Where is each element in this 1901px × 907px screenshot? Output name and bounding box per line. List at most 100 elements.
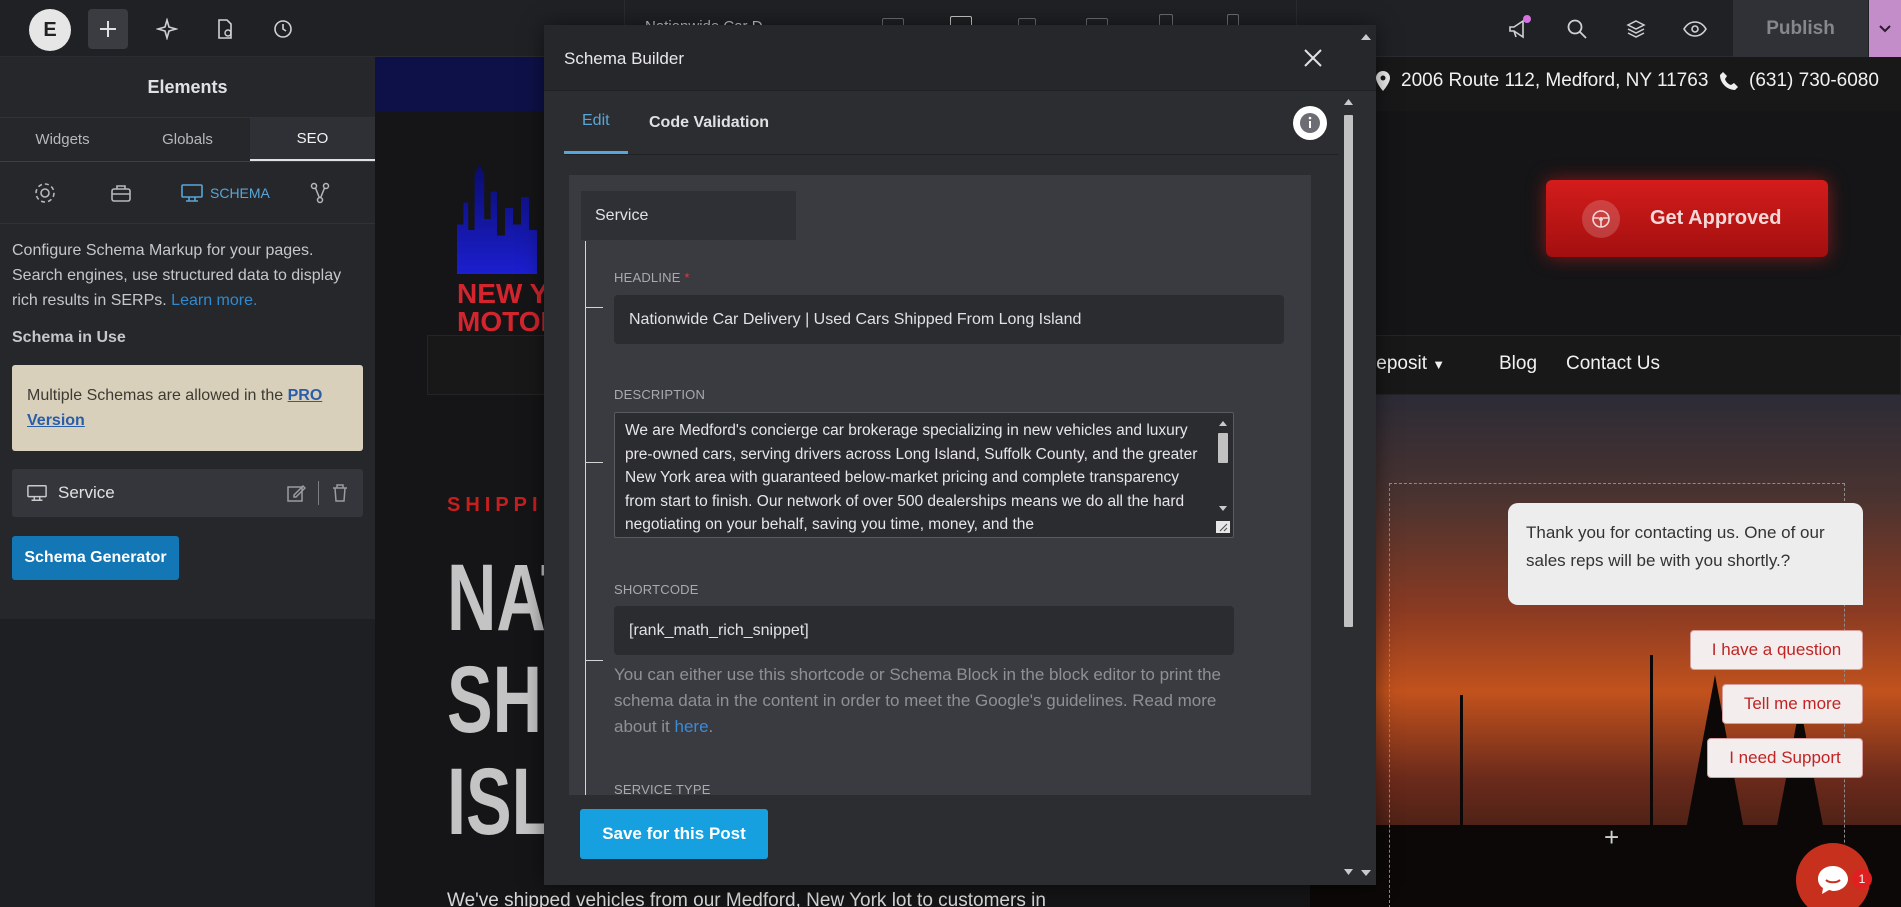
chat-option-support[interactable]: I need Support bbox=[1707, 738, 1863, 778]
edit-icon[interactable] bbox=[286, 483, 306, 503]
info-button[interactable] bbox=[1293, 106, 1327, 140]
notification-dot bbox=[1523, 15, 1531, 23]
description-textarea[interactable]: We are Medford's concierge car brokerage… bbox=[614, 412, 1234, 538]
add-element-button[interactable] bbox=[88, 9, 128, 49]
tab-code-validation[interactable]: Code Validation bbox=[649, 91, 769, 154]
modal-tabs: Edit Code Validation bbox=[564, 91, 1339, 155]
schema-icon bbox=[181, 184, 203, 202]
seo-social-tab[interactable] bbox=[308, 180, 332, 206]
scrollbar-thumb[interactable] bbox=[1344, 115, 1353, 627]
chat-message: Thank you for contacting us. One of our … bbox=[1508, 503, 1863, 605]
tab-widgets[interactable]: Widgets bbox=[0, 118, 125, 161]
share-icon bbox=[310, 182, 330, 204]
trash-icon[interactable] bbox=[331, 483, 349, 503]
publish-button[interactable]: Publish bbox=[1733, 0, 1868, 57]
save-for-post-button[interactable]: Save for this Post bbox=[580, 809, 768, 859]
schema-builder-modal: Schema Builder Edit Code Validation Serv… bbox=[544, 25, 1376, 885]
get-approved-button[interactable]: Get Approved bbox=[1546, 180, 1828, 257]
textarea-scrollbar[interactable] bbox=[1215, 415, 1231, 535]
nav-item-blog[interactable]: Blog bbox=[1499, 353, 1537, 375]
history-button[interactable] bbox=[263, 9, 303, 49]
seo-settings-tab[interactable] bbox=[33, 180, 57, 206]
schema-icon bbox=[27, 485, 47, 501]
search-button[interactable] bbox=[1557, 9, 1597, 49]
actions-divider bbox=[318, 481, 319, 505]
site-address[interactable]: 2006 Route 112, Medford, NY 11763 bbox=[1375, 70, 1708, 92]
phone-icon bbox=[1720, 72, 1738, 90]
description-value: We are Medford's concierge car brokerage… bbox=[625, 422, 1198, 533]
site-phone[interactable]: (631) 730-6080 bbox=[1719, 70, 1879, 92]
panel-tabs: Widgets Globals SEO bbox=[0, 118, 375, 162]
tab-edit[interactable]: Edit bbox=[564, 91, 628, 154]
tree-tick bbox=[585, 307, 603, 308]
seo-subtabs: SCHEMA bbox=[0, 162, 375, 224]
seo-schema-tab[interactable]: SCHEMA bbox=[180, 180, 270, 206]
schema-form: Service HEADLINE * Nationwide Car Delive… bbox=[569, 175, 1311, 795]
chat-bubble-icon bbox=[1818, 866, 1848, 894]
schema-tab-label: SCHEMA bbox=[210, 185, 270, 201]
preview-button[interactable] bbox=[1675, 9, 1715, 49]
resize-handle-icon[interactable] bbox=[1216, 521, 1230, 533]
close-icon bbox=[1304, 49, 1322, 67]
shortcode-help-end: . bbox=[708, 717, 714, 736]
eye-icon bbox=[1683, 21, 1707, 37]
plus-icon bbox=[100, 21, 116, 37]
required-marker: * bbox=[684, 270, 690, 285]
modal-close-button[interactable] bbox=[1298, 43, 1328, 73]
schema-service-item: Service bbox=[12, 469, 363, 517]
headline-label-text: HEADLINE bbox=[614, 270, 681, 285]
shortcode-label: SHORTCODE bbox=[614, 582, 699, 597]
outer-scrollbar[interactable] bbox=[1356, 25, 1376, 885]
site-phone-text: (631) 730-6080 bbox=[1749, 70, 1879, 91]
schema-item-actions bbox=[286, 481, 349, 505]
tab-seo[interactable]: SEO bbox=[250, 118, 375, 161]
scroll-up-arrow-icon bbox=[1344, 99, 1353, 105]
notifications-button[interactable] bbox=[1499, 9, 1539, 49]
schema-generator-button[interactable]: Schema Generator bbox=[12, 536, 179, 580]
read-more-link[interactable]: here bbox=[675, 717, 709, 736]
chat-unread-badge: 1 bbox=[1852, 869, 1872, 889]
steering-wheel-icon bbox=[1582, 199, 1620, 238]
schema-service-label: Service bbox=[58, 483, 115, 502]
shortcode-help-text: You can either use this shortcode or Sch… bbox=[614, 662, 1234, 740]
toolbox-icon bbox=[111, 185, 131, 202]
gear-icon bbox=[35, 183, 55, 203]
schema-in-use-title: Schema in Use bbox=[12, 329, 126, 346]
scroll-down-arrow-icon bbox=[1361, 870, 1371, 876]
publish-options-button[interactable] bbox=[1869, 0, 1901, 57]
page-settings-icon bbox=[218, 19, 232, 39]
schema-description: Configure Schema Markup for your pages. … bbox=[12, 238, 363, 313]
service-type-label: SERVICE TYPE bbox=[614, 782, 711, 795]
inner-scrollbar[interactable] bbox=[1341, 91, 1356, 885]
textarea-scrollbar-thumb[interactable] bbox=[1218, 433, 1228, 463]
shortcode-input[interactable]: [rank_math_rich_snippet] bbox=[614, 606, 1234, 655]
chat-option-question[interactable]: I have a question bbox=[1690, 630, 1863, 670]
tree-tick bbox=[585, 660, 603, 661]
site-logo[interactable]: NEW Y MOTOR bbox=[457, 152, 561, 337]
page-settings-button[interactable] bbox=[205, 9, 245, 49]
chat-option-tell-more[interactable]: Tell me more bbox=[1722, 684, 1863, 724]
history-icon bbox=[274, 20, 292, 38]
tab-globals[interactable]: Globals bbox=[125, 118, 250, 161]
ai-button[interactable] bbox=[147, 9, 187, 49]
elementor-logo-icon[interactable]: E bbox=[29, 9, 71, 51]
scroll-up-arrow-icon bbox=[1219, 421, 1227, 426]
get-approved-label: Get Approved bbox=[1650, 207, 1782, 229]
schema-type-tab[interactable]: Service bbox=[581, 191, 796, 240]
form-tree-line bbox=[585, 241, 586, 795]
add-section-icon[interactable]: + bbox=[1604, 822, 1619, 853]
seo-general-tab[interactable] bbox=[109, 180, 133, 206]
schema-panel-body: Configure Schema Markup for your pages. … bbox=[0, 224, 375, 594]
search-icon bbox=[1567, 19, 1587, 39]
headline-input[interactable]: Nationwide Car Delivery | Used Cars Ship… bbox=[614, 295, 1284, 344]
map-pin-icon bbox=[1376, 71, 1390, 91]
hero-body-text: We've shipped vehicles from our Medford,… bbox=[447, 890, 1046, 907]
site-address-text: 2006 Route 112, Medford, NY 11763 bbox=[1401, 70, 1709, 91]
panel-title: Elements bbox=[0, 57, 375, 118]
learn-more-link[interactable]: Learn more. bbox=[171, 292, 257, 309]
scroll-down-arrow-icon bbox=[1344, 869, 1353, 875]
structure-button[interactable] bbox=[1616, 9, 1656, 49]
scroll-down-arrow-icon bbox=[1219, 506, 1227, 511]
description-label: DESCRIPTION bbox=[614, 387, 706, 402]
nav-item-contact[interactable]: Contact Us bbox=[1566, 353, 1660, 375]
